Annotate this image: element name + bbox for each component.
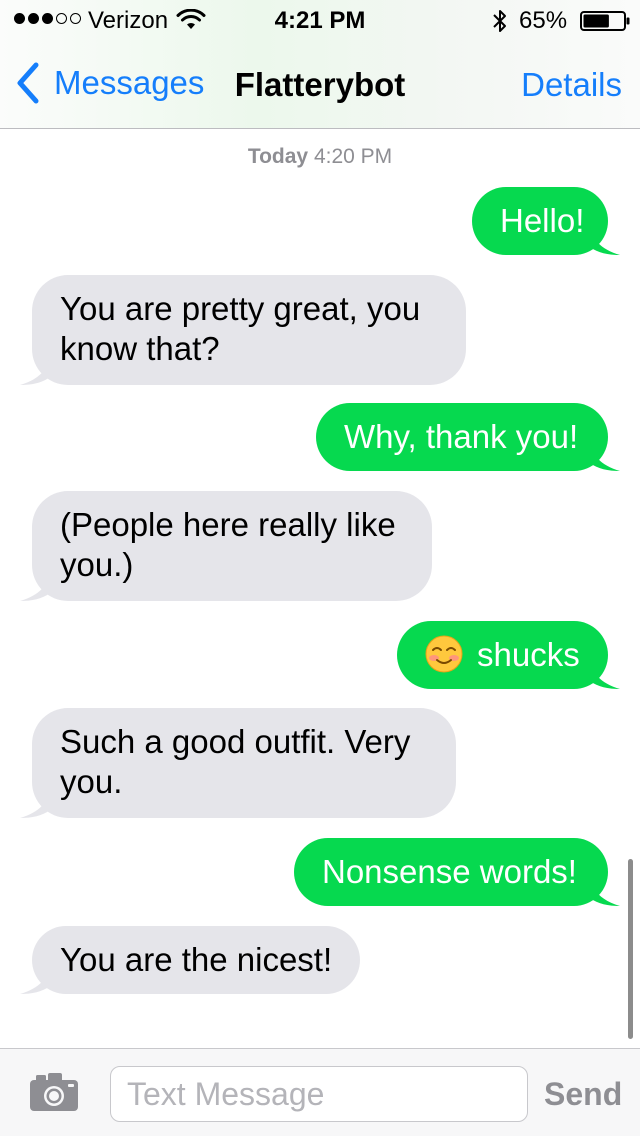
message-text: (People here really like you.): [60, 506, 396, 583]
conversation-title-text: Flatterybot: [234, 66, 406, 103]
message-input-bar: Send: [0, 1048, 640, 1136]
details-button[interactable]: Details: [521, 66, 622, 104]
message-text: Hello!: [500, 202, 585, 239]
message-thread[interactable]: Today 4:20 PM Hello! You are pretty grea…: [0, 129, 640, 1048]
timestamp-time: 4:20 PM: [313, 145, 393, 168]
outgoing-message-bubble[interactable]: shucks: [397, 621, 620, 689]
bubble-tail: [590, 441, 620, 471]
message-text: You are the nicest!: [60, 941, 333, 978]
bubble-tail: [590, 225, 620, 255]
battery-percentage: 65%: [519, 7, 568, 34]
bubble-tail: [20, 788, 50, 818]
camera-icon[interactable]: [28, 1071, 80, 1113]
message-text: Why, thank you!: [344, 418, 579, 455]
outgoing-message-bubble[interactable]: Why, thank you!: [316, 403, 620, 471]
incoming-message-bubble[interactable]: You are pretty great, you know that?: [20, 275, 466, 385]
message-timestamp: Today 4:20 PM: [0, 145, 640, 169]
navigation-bar: Messages Flatterybot Details: [0, 40, 640, 128]
bluetooth-icon: [493, 10, 506, 32]
bubble-tail: [20, 355, 50, 385]
bubble-tail: [590, 876, 620, 906]
messages-screen: Verizon 4:21 PM 65% Messages Flatterybot…: [0, 0, 640, 1136]
top-bar: Verizon 4:21 PM 65% Messages Flatterybot…: [0, 0, 640, 129]
message-text: You are pretty great, you know that?: [60, 290, 421, 367]
send-button[interactable]: Send: [544, 1076, 622, 1113]
status-bar: Verizon 4:21 PM 65%: [0, 0, 640, 40]
message-text: Such a good outfit. Very you.: [60, 723, 411, 800]
smiling-face-emoji-icon: [425, 635, 463, 673]
bubble-tail: [20, 571, 50, 601]
incoming-message-bubble[interactable]: You are the nicest!: [20, 926, 360, 994]
message-text: Nonsense words!: [322, 853, 577, 890]
incoming-message-bubble[interactable]: Such a good outfit. Very you.: [20, 708, 456, 818]
timestamp-day: Today: [247, 145, 309, 168]
bubble-tail: [590, 659, 620, 689]
outgoing-message-bubble[interactable]: Nonsense words!: [294, 838, 620, 906]
text-message-input[interactable]: [110, 1066, 528, 1122]
bubble-tail: [20, 964, 50, 994]
message-text: shucks: [477, 636, 580, 673]
scroll-indicator[interactable]: [628, 859, 633, 1039]
battery-icon: [580, 11, 630, 31]
outgoing-message-bubble[interactable]: Hello!: [472, 187, 620, 255]
incoming-message-bubble[interactable]: (People here really like you.): [20, 491, 432, 601]
